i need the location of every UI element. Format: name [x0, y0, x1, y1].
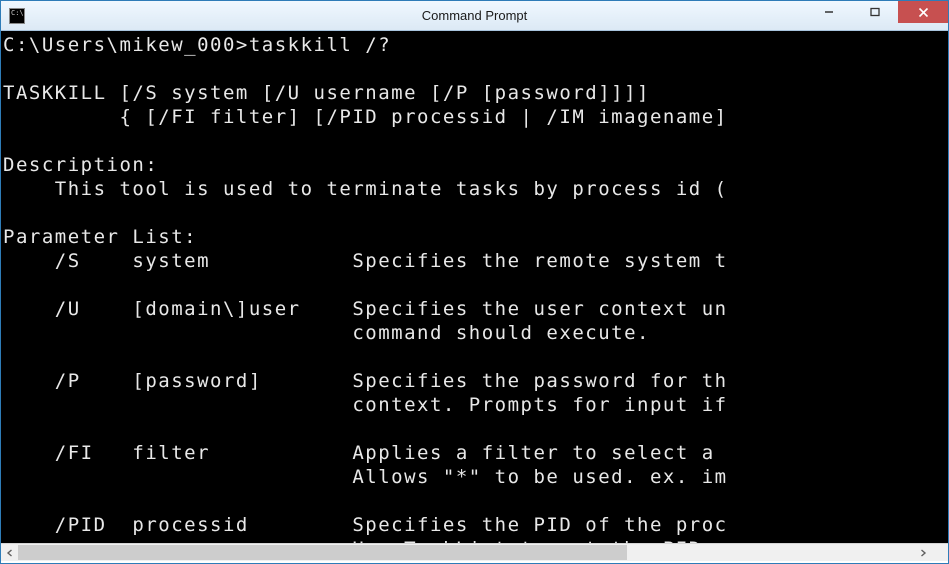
- output-line: /PID processid Specifies the PID of the …: [3, 514, 728, 536]
- output-line: { [/FI filter] [/PID processid | /IM ima…: [3, 106, 728, 128]
- horizontal-scrollbar[interactable]: [1, 543, 948, 561]
- maximize-button[interactable]: [852, 1, 898, 23]
- output-line: /FI filter Applies a filter to select a: [3, 442, 728, 464]
- output-line: Description:: [3, 154, 158, 176]
- output-line: /U [domain\]user Specifies the user cont…: [3, 298, 728, 320]
- window-title: Command Prompt: [422, 8, 527, 23]
- output-line: Allows "*" to be used. ex. im: [3, 466, 728, 488]
- terminal[interactable]: C:\Users\mikew_000>taskkill /? TASKKILL …: [1, 31, 948, 543]
- output-line: TASKKILL [/S system [/U username [/P [pa…: [3, 82, 650, 104]
- minimize-button[interactable]: [806, 1, 852, 23]
- prompt-line: C:\Users\mikew_000>taskkill /?: [3, 34, 391, 56]
- titlebar[interactable]: Command Prompt: [1, 1, 948, 31]
- window-controls: [806, 1, 948, 23]
- output-line: /S system Specifies the remote system t: [3, 250, 728, 272]
- terminal-output: C:\Users\mikew_000>taskkill /? TASKKILL …: [1, 31, 948, 543]
- scroll-track[interactable]: [18, 544, 914, 561]
- scroll-right-arrow-icon[interactable]: [914, 544, 931, 561]
- scroll-thumb[interactable]: [18, 545, 627, 560]
- output-line: command should execute.: [3, 322, 650, 344]
- output-line: context. Prompts for input if: [3, 394, 728, 416]
- close-button[interactable]: [898, 1, 948, 23]
- resize-grip[interactable]: [931, 544, 948, 561]
- output-line: This tool is used to terminate tasks by …: [3, 178, 728, 200]
- output-line: Parameter List:: [3, 226, 197, 248]
- cmd-icon: [9, 8, 25, 24]
- scroll-left-arrow-icon[interactable]: [1, 544, 18, 561]
- output-line: /P [password] Specifies the password for…: [3, 370, 728, 392]
